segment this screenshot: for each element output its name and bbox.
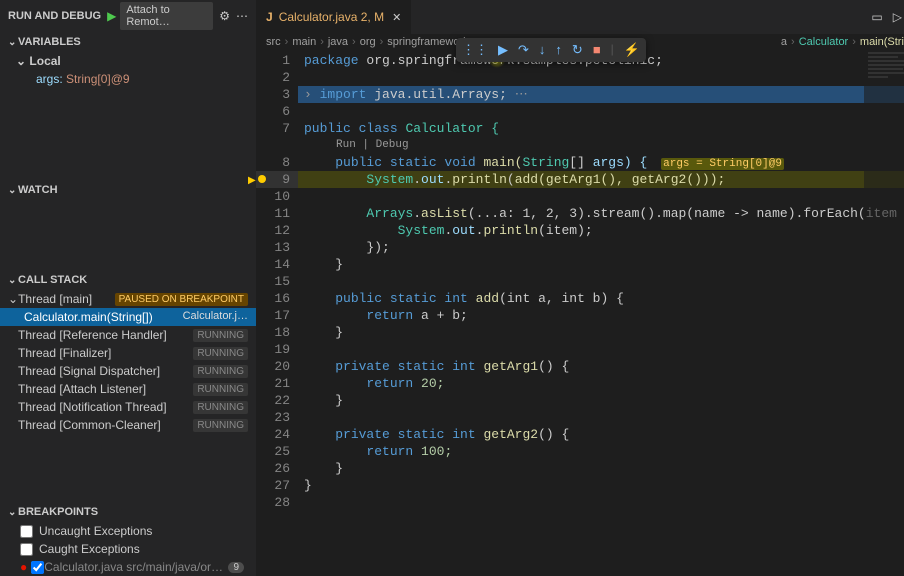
watch-title: WATCH	[18, 184, 58, 196]
code-lines[interactable]: package org.springframework.samples.petc…	[298, 50, 904, 576]
line-gutter: 1 2 3 6 7 8 9 10 11 12 13 14 15 16 17 18…	[256, 50, 298, 576]
step-over-icon[interactable]: ↷	[518, 42, 529, 58]
thread-row[interactable]: Thread [Attach Listener]RUNNING	[0, 380, 256, 398]
bp-uncaught[interactable]: Uncaught Exceptions	[0, 522, 256, 540]
bp-caught[interactable]: Caught Exceptions	[0, 540, 256, 558]
java-file-icon: J	[266, 10, 273, 24]
step-into-icon[interactable]: ↓	[539, 42, 546, 58]
debug-toolbar: ⋮⋮ ▶ ↷ ↓ ↑ ↻ ■ | ⚡	[456, 38, 646, 62]
variables-title: VARIABLES	[18, 36, 81, 48]
debug-sidebar: RUN AND DEBUG ▶ Attach to Remot… ⚙ ⋯ ⌄ V…	[0, 0, 256, 576]
callstack-title: CALL STACK	[18, 274, 87, 286]
chevron-down-icon: ⌄	[8, 507, 18, 518]
watch-header[interactable]: ⌄ WATCH	[0, 180, 256, 200]
checkbox[interactable]	[20, 543, 33, 556]
thread-row[interactable]: Thread [Common-Cleaner]RUNNING	[0, 416, 256, 434]
hot-replace-icon[interactable]: ⚡	[624, 42, 640, 58]
gear-icon[interactable]: ⚙	[219, 9, 230, 23]
variable-item[interactable]: args: String[0]@9	[0, 70, 256, 88]
thread-row[interactable]: Thread [Notification Thread]RUNNING	[0, 398, 256, 416]
continue-icon[interactable]: ▶	[498, 42, 508, 58]
editor-tabs: J Calculator.java 2, M ✕ ▭ ▷ ⋯	[256, 0, 904, 34]
thread-status-paused: PAUSED ON BREAKPOINT	[115, 293, 248, 306]
checkbox[interactable]	[20, 525, 33, 538]
start-debug-icon[interactable]: ▶	[107, 9, 116, 23]
run-debug-title: RUN AND DEBUG	[8, 10, 101, 22]
drag-handle-icon[interactable]: ⋮⋮	[462, 42, 488, 58]
variables-header[interactable]: ⌄ VARIABLES	[0, 32, 256, 52]
breakpoint-dot-icon: ●	[20, 560, 27, 574]
run-debug-header: RUN AND DEBUG ▶ Attach to Remot… ⚙ ⋯	[0, 0, 256, 32]
chevron-down-icon: ⌄	[8, 185, 18, 196]
tab-calculator[interactable]: J Calculator.java 2, M ✕	[256, 0, 412, 34]
stop-icon[interactable]: ■	[593, 42, 601, 58]
more-icon[interactable]: ⋯	[236, 9, 248, 23]
thread-row[interactable]: Thread [Finalizer]RUNNING	[0, 344, 256, 362]
bp-file[interactable]: ● Calculator.java src/main/java/org/spri…	[0, 558, 256, 576]
thread-row[interactable]: Thread [Reference Handler]RUNNING	[0, 326, 256, 344]
checkbox[interactable]	[31, 561, 44, 574]
code-editor[interactable]: 1 2 3 6 7 8 9 10 11 12 13 14 15 16 17 18…	[256, 50, 904, 576]
chevron-down-icon: ⌄	[16, 54, 26, 68]
breakpoints-title: BREAKPOINTS	[18, 506, 98, 518]
split-icon[interactable]: ▭	[871, 10, 882, 24]
chevron-down-icon: ⌄	[8, 275, 18, 286]
thread-main[interactable]: ⌄ Thread [main] PAUSED ON BREAKPOINT	[0, 290, 256, 308]
codelens-run-debug[interactable]: Run | Debug	[298, 137, 904, 154]
bp-line-badge: 9	[228, 562, 244, 573]
thread-row[interactable]: Thread [Signal Dispatcher]RUNNING	[0, 362, 256, 380]
callstack-header[interactable]: ⌄ CALL STACK	[0, 270, 256, 290]
variables-scope-local[interactable]: ⌄ Local	[0, 52, 256, 70]
debug-config-dropdown[interactable]: Attach to Remot…	[120, 2, 213, 30]
chevron-down-icon: ⌄	[8, 37, 18, 48]
restart-icon[interactable]: ↻	[572, 42, 583, 58]
editor-area: J Calculator.java 2, M ✕ ▭ ▷ ⋯ ⋮⋮ ▶ ↷ ↓ …	[256, 0, 904, 576]
breakpoints-header[interactable]: ⌄ BREAKPOINTS	[0, 502, 256, 522]
stack-frame[interactable]: Calculator.main(String[]) Calculator.j…	[0, 308, 256, 326]
step-out-icon[interactable]: ↑	[555, 42, 562, 58]
minimap[interactable]	[864, 50, 904, 576]
run-icon[interactable]: ▷	[893, 10, 902, 24]
close-icon[interactable]: ✕	[392, 11, 401, 24]
chevron-down-icon: ⌄	[8, 292, 18, 306]
inline-debug-value: args = String[0]@9	[661, 158, 784, 170]
